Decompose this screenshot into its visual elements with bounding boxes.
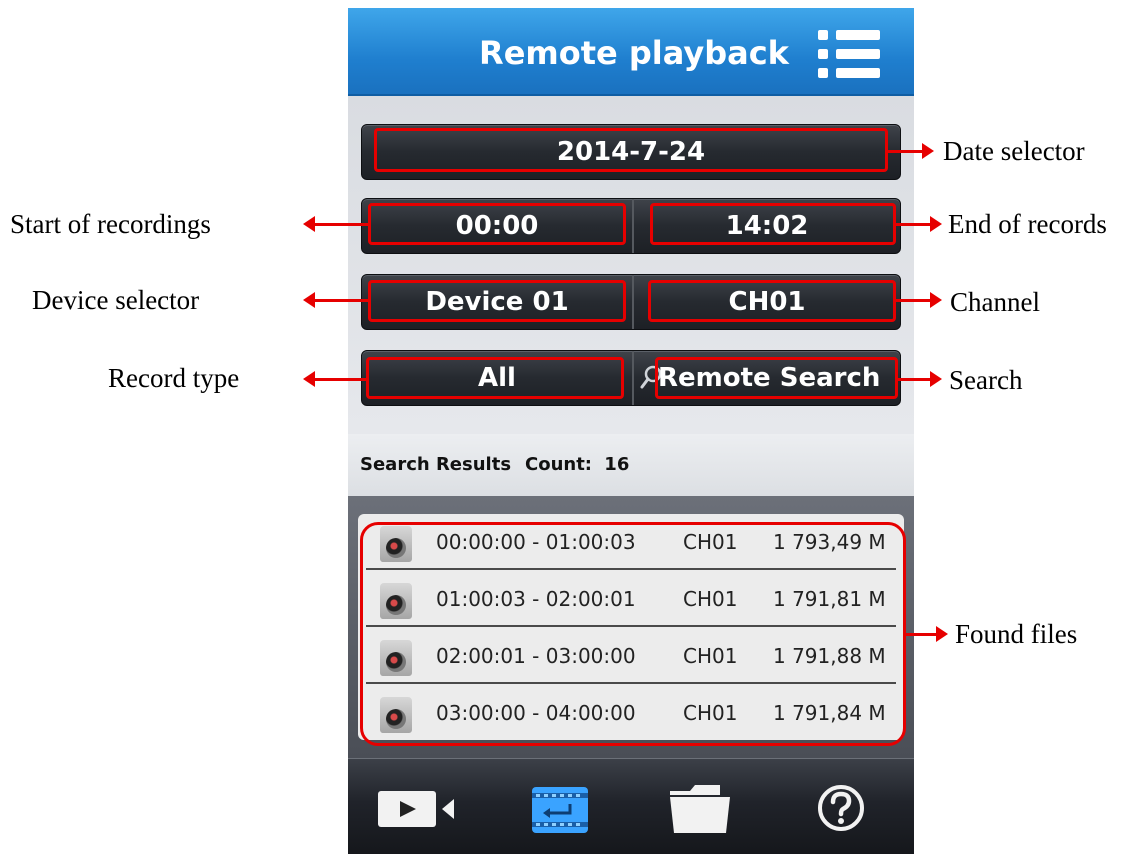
- annotation-end: End of records: [948, 209, 1107, 239]
- arrow-found-files: [906, 626, 948, 642]
- results-count: Count: 16: [525, 434, 629, 496]
- count-label: Count:: [525, 454, 593, 475]
- highlight-device: [368, 280, 626, 322]
- tab-live-video[interactable]: [370, 759, 480, 854]
- title-bar: Remote playback: [348, 8, 914, 96]
- highlight-end: [650, 203, 896, 245]
- annotation-start: Start of recordings: [10, 209, 211, 239]
- search-results-header: Search Results Count: 16: [348, 434, 914, 496]
- tab-playback[interactable]: [508, 759, 618, 854]
- annotation-record-type: Record type: [108, 363, 240, 393]
- highlight-start: [368, 203, 626, 245]
- list-menu-icon[interactable]: [818, 30, 880, 78]
- arrow-date: [888, 143, 934, 159]
- arrow-end: [896, 216, 942, 232]
- arrow-device: [303, 292, 368, 308]
- highlight-search: [655, 357, 898, 399]
- count-value: 16: [604, 454, 630, 475]
- folder-icon: [670, 785, 730, 833]
- highlight-channel: [648, 280, 896, 322]
- tab-help[interactable]: [788, 759, 898, 854]
- arrow-record-type: [303, 371, 366, 387]
- playback-icon: [532, 787, 588, 833]
- live-video-icon: [378, 791, 454, 827]
- annotation-date-selector: Date selector: [943, 136, 1085, 166]
- annotation-channel: Channel: [950, 287, 1040, 317]
- help-icon: [818, 785, 864, 831]
- results-label: Search Results: [360, 454, 512, 475]
- annotation-found-files: Found files: [955, 619, 1078, 649]
- annotation-search: Search: [949, 365, 1023, 395]
- arrow-channel: [896, 292, 942, 308]
- highlight-date: [374, 128, 888, 172]
- highlight-found-files: [360, 522, 906, 746]
- tab-files[interactable]: [648, 759, 758, 854]
- arrow-start: [303, 216, 368, 232]
- arrow-search: [898, 371, 942, 387]
- highlight-record-type: [366, 357, 624, 399]
- bottom-tab-bar: [348, 758, 914, 854]
- annotation-device: Device selector: [32, 285, 200, 315]
